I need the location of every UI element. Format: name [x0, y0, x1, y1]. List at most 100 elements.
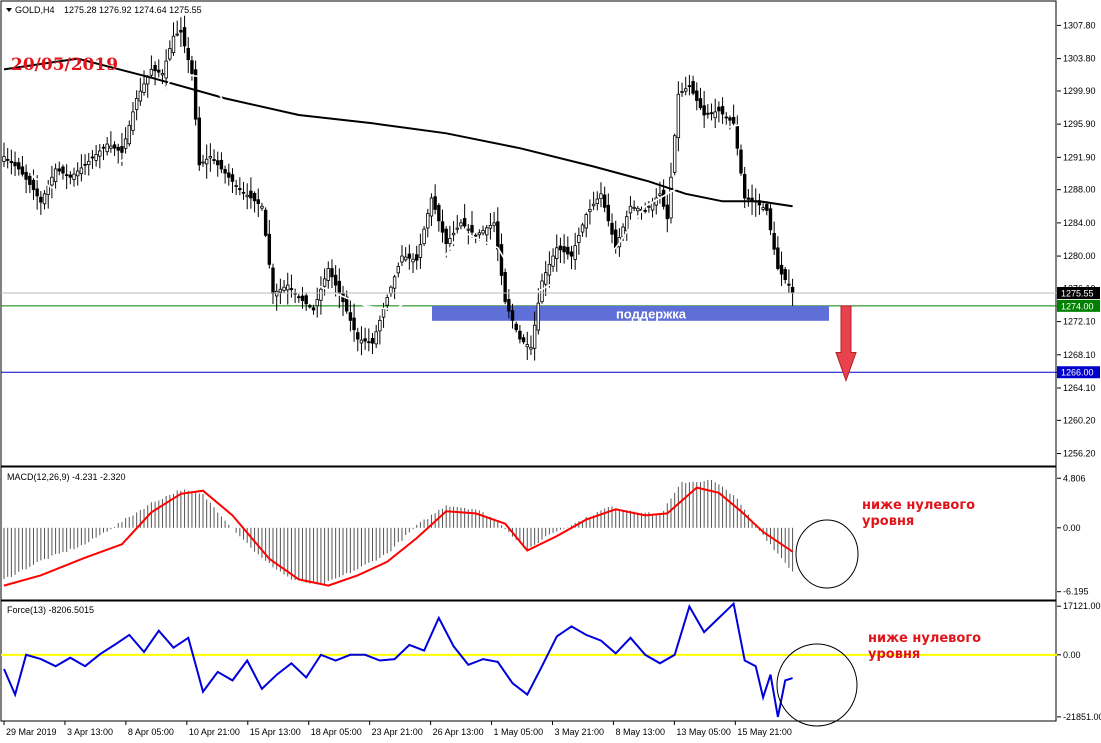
candle-body [223, 169, 227, 174]
sma-long-line [3, 57, 793, 208]
candle-body [698, 98, 703, 109]
time-tick-label: 8 May 13:00 [615, 727, 665, 737]
candle-body [186, 47, 190, 61]
candle-body [595, 198, 599, 204]
candle-body [761, 207, 765, 210]
candle-body [643, 209, 647, 212]
support-zone: поддержка [432, 305, 829, 321]
time-axis: 29 Mar 2019 3 Apr 13:00 8 Apr 05:00 10 Apr … [3, 721, 792, 737]
candle-body [175, 33, 179, 36]
candle-body [547, 263, 552, 276]
macd-annotation-line2: уровня [862, 514, 914, 529]
candle-body [746, 197, 751, 200]
price-tick-label: 1264.10 [1063, 383, 1096, 393]
candle-body [451, 232, 456, 236]
macd-tick-label: 4.806 [1063, 473, 1086, 483]
candle-body [735, 124, 740, 149]
candle-body [134, 98, 139, 110]
price-tick-label: 1299.90 [1063, 86, 1096, 96]
candle-body [322, 278, 327, 287]
candle-body [647, 205, 651, 208]
candle-body [116, 146, 120, 151]
candle-body [352, 317, 356, 331]
candle-body [485, 227, 489, 236]
force-highlight-circle [776, 643, 858, 727]
candle-body [64, 174, 69, 177]
candle-body [787, 283, 791, 286]
candle-body [562, 246, 566, 253]
candle-body [87, 160, 91, 166]
candle-body [481, 229, 485, 234]
symbol-label: GOLD,H4 [15, 5, 55, 15]
candle-body [669, 176, 673, 219]
candle-body [540, 280, 544, 303]
ohlc-label: 1275.28 1276.92 1274.64 1275.55 [64, 5, 202, 15]
price-tick-label: 1280.00 [1063, 251, 1096, 261]
candle-body [573, 245, 577, 260]
candle-body [543, 272, 548, 285]
candle-body [709, 112, 714, 115]
candle-body [661, 189, 666, 207]
force-tick-label: 17121.00 [1063, 601, 1101, 611]
candle-body [687, 85, 692, 88]
candle-body [42, 193, 47, 205]
time-tick-label: 10 Apr 21:00 [189, 727, 240, 737]
candle-body [278, 288, 283, 293]
candle-body [448, 238, 452, 245]
candle-body [90, 156, 95, 159]
dropdown-triangle-icon[interactable] [6, 8, 12, 12]
candle-body [529, 346, 533, 350]
candle-body [665, 204, 669, 220]
candle-body [437, 204, 441, 222]
force-annotation-line1: ниже нулевого [868, 631, 981, 646]
time-tick-label: 15 May 21:00 [737, 727, 792, 737]
candle-body [496, 221, 500, 250]
candle-body [120, 146, 124, 153]
macd-panel-frame [0, 466, 1057, 601]
current-price-marker: 1275.55 [1, 286, 1100, 299]
candle-body [356, 332, 360, 340]
candle-body [297, 296, 301, 299]
candle-body [79, 167, 84, 175]
candle-body [5, 158, 10, 161]
candle-body [433, 196, 437, 210]
candle-body [407, 253, 412, 259]
chart-canvas: 1307.80 1303.80 1299.90 1295.90 1291.90 1288.… [0, 0, 1101, 737]
candle-body [558, 245, 563, 251]
candle-body [341, 293, 345, 303]
candle-body [337, 280, 342, 294]
candle-body [772, 232, 776, 250]
candle-body [13, 161, 17, 167]
candle-body [319, 288, 323, 301]
candle-body [39, 196, 43, 203]
force-annotation-line2: уровня [868, 647, 920, 662]
candle-body [227, 172, 231, 178]
candle-body [212, 159, 216, 162]
candle-body [363, 338, 367, 342]
candle-body [311, 307, 316, 311]
force-tick-label: 0.00 [1063, 650, 1081, 660]
candle-body [179, 29, 183, 33]
candle-body [160, 73, 165, 76]
candle-body [720, 106, 725, 115]
candle-body [776, 247, 780, 269]
candle-body [411, 258, 415, 263]
candle-body [31, 179, 36, 191]
candle-body [470, 225, 474, 233]
candle-body [263, 209, 268, 236]
candle-body [591, 203, 596, 207]
price-tick-label: 1260.20 [1063, 415, 1096, 425]
candle-body [98, 150, 102, 157]
force-index-line [3, 601, 793, 718]
time-tick-label: 26 Apr 13:00 [433, 727, 484, 737]
candle-body [779, 264, 784, 275]
candle-body [580, 224, 585, 233]
candle-body [149, 68, 154, 76]
candle-body [271, 267, 275, 294]
candle-body [17, 162, 21, 170]
macd-tick-label: -6.195 [1063, 587, 1089, 597]
candle-body [197, 117, 202, 166]
candle-body [201, 161, 205, 164]
candle-body [245, 194, 249, 198]
candle-body [249, 190, 253, 199]
